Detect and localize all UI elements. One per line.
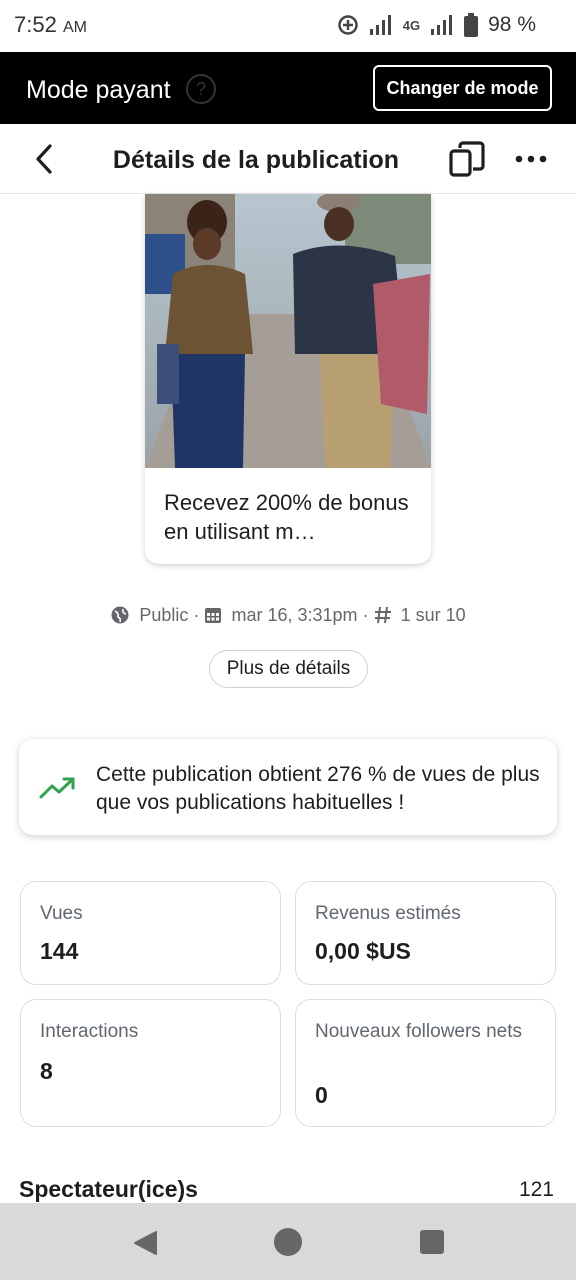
hashtag-icon [374, 607, 391, 624]
status-bar: 7:52 AM 4G 98 % [0, 0, 576, 52]
insight-text: Cette publication obtient 276 % de vues … [96, 763, 540, 814]
question-icon[interactable]: ? [186, 74, 216, 104]
status-time: 7:52 AM [14, 12, 87, 37]
battery-icon [464, 13, 479, 37]
post-thumbnail [145, 194, 431, 468]
metric-label: Revenus estimés [315, 903, 461, 924]
globe-icon [111, 606, 129, 624]
more-details-button[interactable]: Plus de détails [209, 650, 368, 688]
metric-card-new-followers[interactable]: Nouveaux followers nets 0 [295, 999, 556, 1127]
post-caption: Recevez 200% de bonus en utilisant m… [164, 490, 409, 544]
mode-bar: Mode payant ? Changer de mode [0, 52, 576, 124]
status-icons: 4G 98 % [337, 13, 536, 37]
metric-label: Nouveaux followers nets [315, 1021, 522, 1042]
header: Détails de la publication [0, 124, 576, 194]
post-meta: Public · mar 16, 3:31pm · 1 sur 10 [0, 604, 576, 626]
calendar-icon [205, 608, 222, 624]
audience-label: Spectateur(ice)s [19, 1176, 198, 1202]
change-mode-button[interactable]: Changer de mode [373, 65, 552, 111]
more-dots-icon[interactable] [512, 142, 550, 176]
post-rank: 1 sur 10 [400, 604, 466, 625]
audience-value: 121 [518, 1178, 554, 1201]
metric-label: Interactions [40, 1021, 139, 1042]
metric-value: 144 [40, 938, 79, 964]
signal-icon [431, 15, 453, 35]
metric-label: Vues [40, 903, 83, 924]
nav-home-icon[interactable] [274, 1228, 302, 1256]
system-nav-bar [0, 1203, 576, 1280]
mode-title: Mode payant [26, 76, 171, 104]
copy-icon[interactable] [448, 140, 486, 178]
nav-back-icon[interactable] [132, 1230, 158, 1256]
insight-card: Cette publication obtient 276 % de vues … [19, 739, 557, 835]
metric-value: 0,00 $US [315, 938, 411, 964]
nav-recents-icon[interactable] [420, 1230, 444, 1254]
visibility-label: Public [139, 604, 189, 625]
network-type: 4G [402, 17, 421, 33]
metric-value: 0 [315, 1082, 328, 1108]
metric-card-views[interactable]: Vues 144 [20, 881, 281, 985]
metric-value: 8 [40, 1058, 53, 1084]
battery-level: 98 % [488, 13, 536, 36]
data-saver-icon [338, 15, 358, 35]
page-title: Détails de la publication [112, 146, 400, 174]
trending-up-icon [39, 777, 75, 799]
metric-card-revenue[interactable]: Revenus estimés 0,00 $US [295, 881, 556, 985]
metric-card-interactions[interactable]: Interactions 8 [20, 999, 281, 1127]
post-date: mar 16, 3:31pm [231, 604, 358, 625]
signal-icon [369, 15, 391, 35]
post-card[interactable]: Recevez 200% de bonus en utilisant m… [145, 194, 431, 564]
